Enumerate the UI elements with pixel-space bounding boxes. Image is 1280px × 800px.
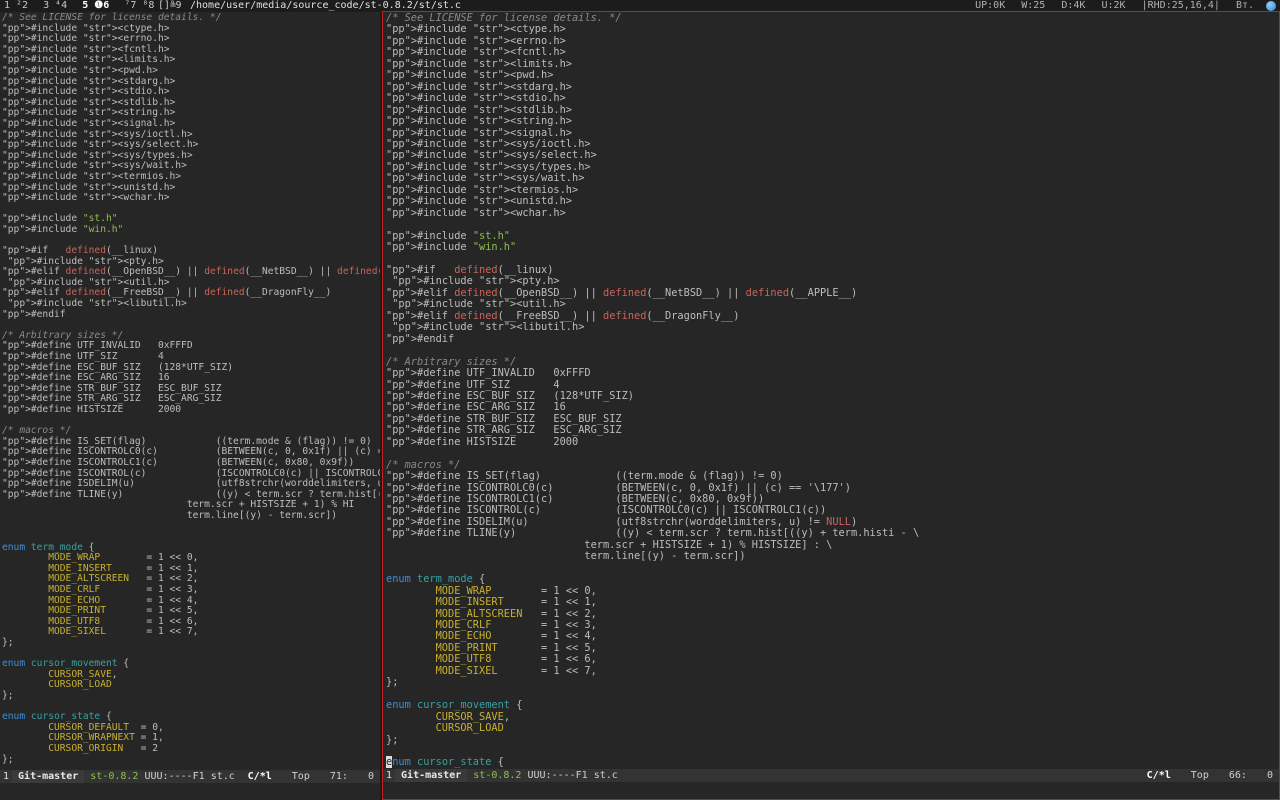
- modeline-right-right: C/*l Top 66: 0: [1133, 769, 1273, 782]
- git-branch[interactable]: Git-master: [395, 769, 468, 782]
- buffer-name: st.c: [593, 770, 618, 781]
- buffer-name: st.c: [210, 771, 235, 782]
- scroll-position: Top: [1190, 770, 1209, 781]
- buffer-state: UUU:----F1: [527, 770, 588, 781]
- window-title: /home/user/media/source_code/st-0.8.2/st…: [190, 0, 461, 11]
- line-number: 66:: [1228, 770, 1247, 781]
- scroll-position: Top: [291, 771, 310, 782]
- editor-pane-left[interactable]: /* See LICENSE for license details. */ "…: [0, 12, 380, 800]
- line-number: 71:: [329, 771, 348, 782]
- status-load: |RHD:25,16,4|: [1141, 0, 1220, 11]
- workspace-tag-3[interactable]: 3 ⁴4: [43, 0, 67, 12]
- network-icon[interactable]: [1266, 1, 1276, 11]
- project-name: st-0.8.2: [473, 770, 522, 781]
- editor-pane-right[interactable]: /* See LICENSE for license details. */ "…: [382, 11, 1280, 800]
- workspace-tag-7[interactable]: ⁷7 ⁸8: [124, 0, 154, 12]
- status-upload: U:2K: [1101, 0, 1126, 11]
- system-status: UP:0K W:25 D:4K U:2K |RHD:25,16,4| Вт.: [965, 0, 1254, 12]
- major-mode[interactable]: C/*l: [1147, 770, 1171, 781]
- column-number: 0: [367, 771, 374, 782]
- git-branch[interactable]: Git-master: [12, 770, 85, 783]
- code-buffer-right[interactable]: /* See LICENSE for license details. */ "…: [386, 12, 919, 769]
- window-number: 1: [386, 770, 393, 781]
- buffer-state: UUU:----F1: [144, 771, 205, 782]
- code-buffer-left[interactable]: /* See LICENSE for license details. */ "…: [2, 12, 380, 765]
- modeline-right-left: C/*l Top 71: 0: [234, 770, 374, 783]
- layout-indicator[interactable]: []=: [158, 0, 176, 12]
- project-name: st-0.8.2: [90, 771, 139, 782]
- status-day: Вт.: [1235, 0, 1254, 11]
- top-status-bar: 1 ²2 3 ⁴4 5 ❶6 ⁷7 ⁸8 ⁹9 []= /home/user/m…: [0, 0, 1280, 12]
- modeline-left: 1 Git-master st-0.8.2 UUU:----F1 st.c C/*…: [0, 770, 380, 783]
- echo-area-left: [0, 783, 380, 800]
- modeline-right: 1 Git-master st-0.8.2 UUU:----F1 st.c C/*…: [383, 769, 1279, 782]
- status-up: UP:0K: [975, 0, 1006, 11]
- column-number: 0: [1266, 770, 1273, 781]
- workspace-tag-1[interactable]: 1 ²2: [4, 0, 28, 12]
- status-down: D:4K: [1061, 0, 1086, 11]
- echo-area-right: [383, 782, 1279, 799]
- status-wireless: W:25: [1021, 0, 1046, 11]
- workspace-tag-5[interactable]: 5 ❶6: [82, 0, 109, 12]
- major-mode[interactable]: C/*l: [248, 771, 272, 782]
- window-number: 1: [3, 771, 10, 782]
